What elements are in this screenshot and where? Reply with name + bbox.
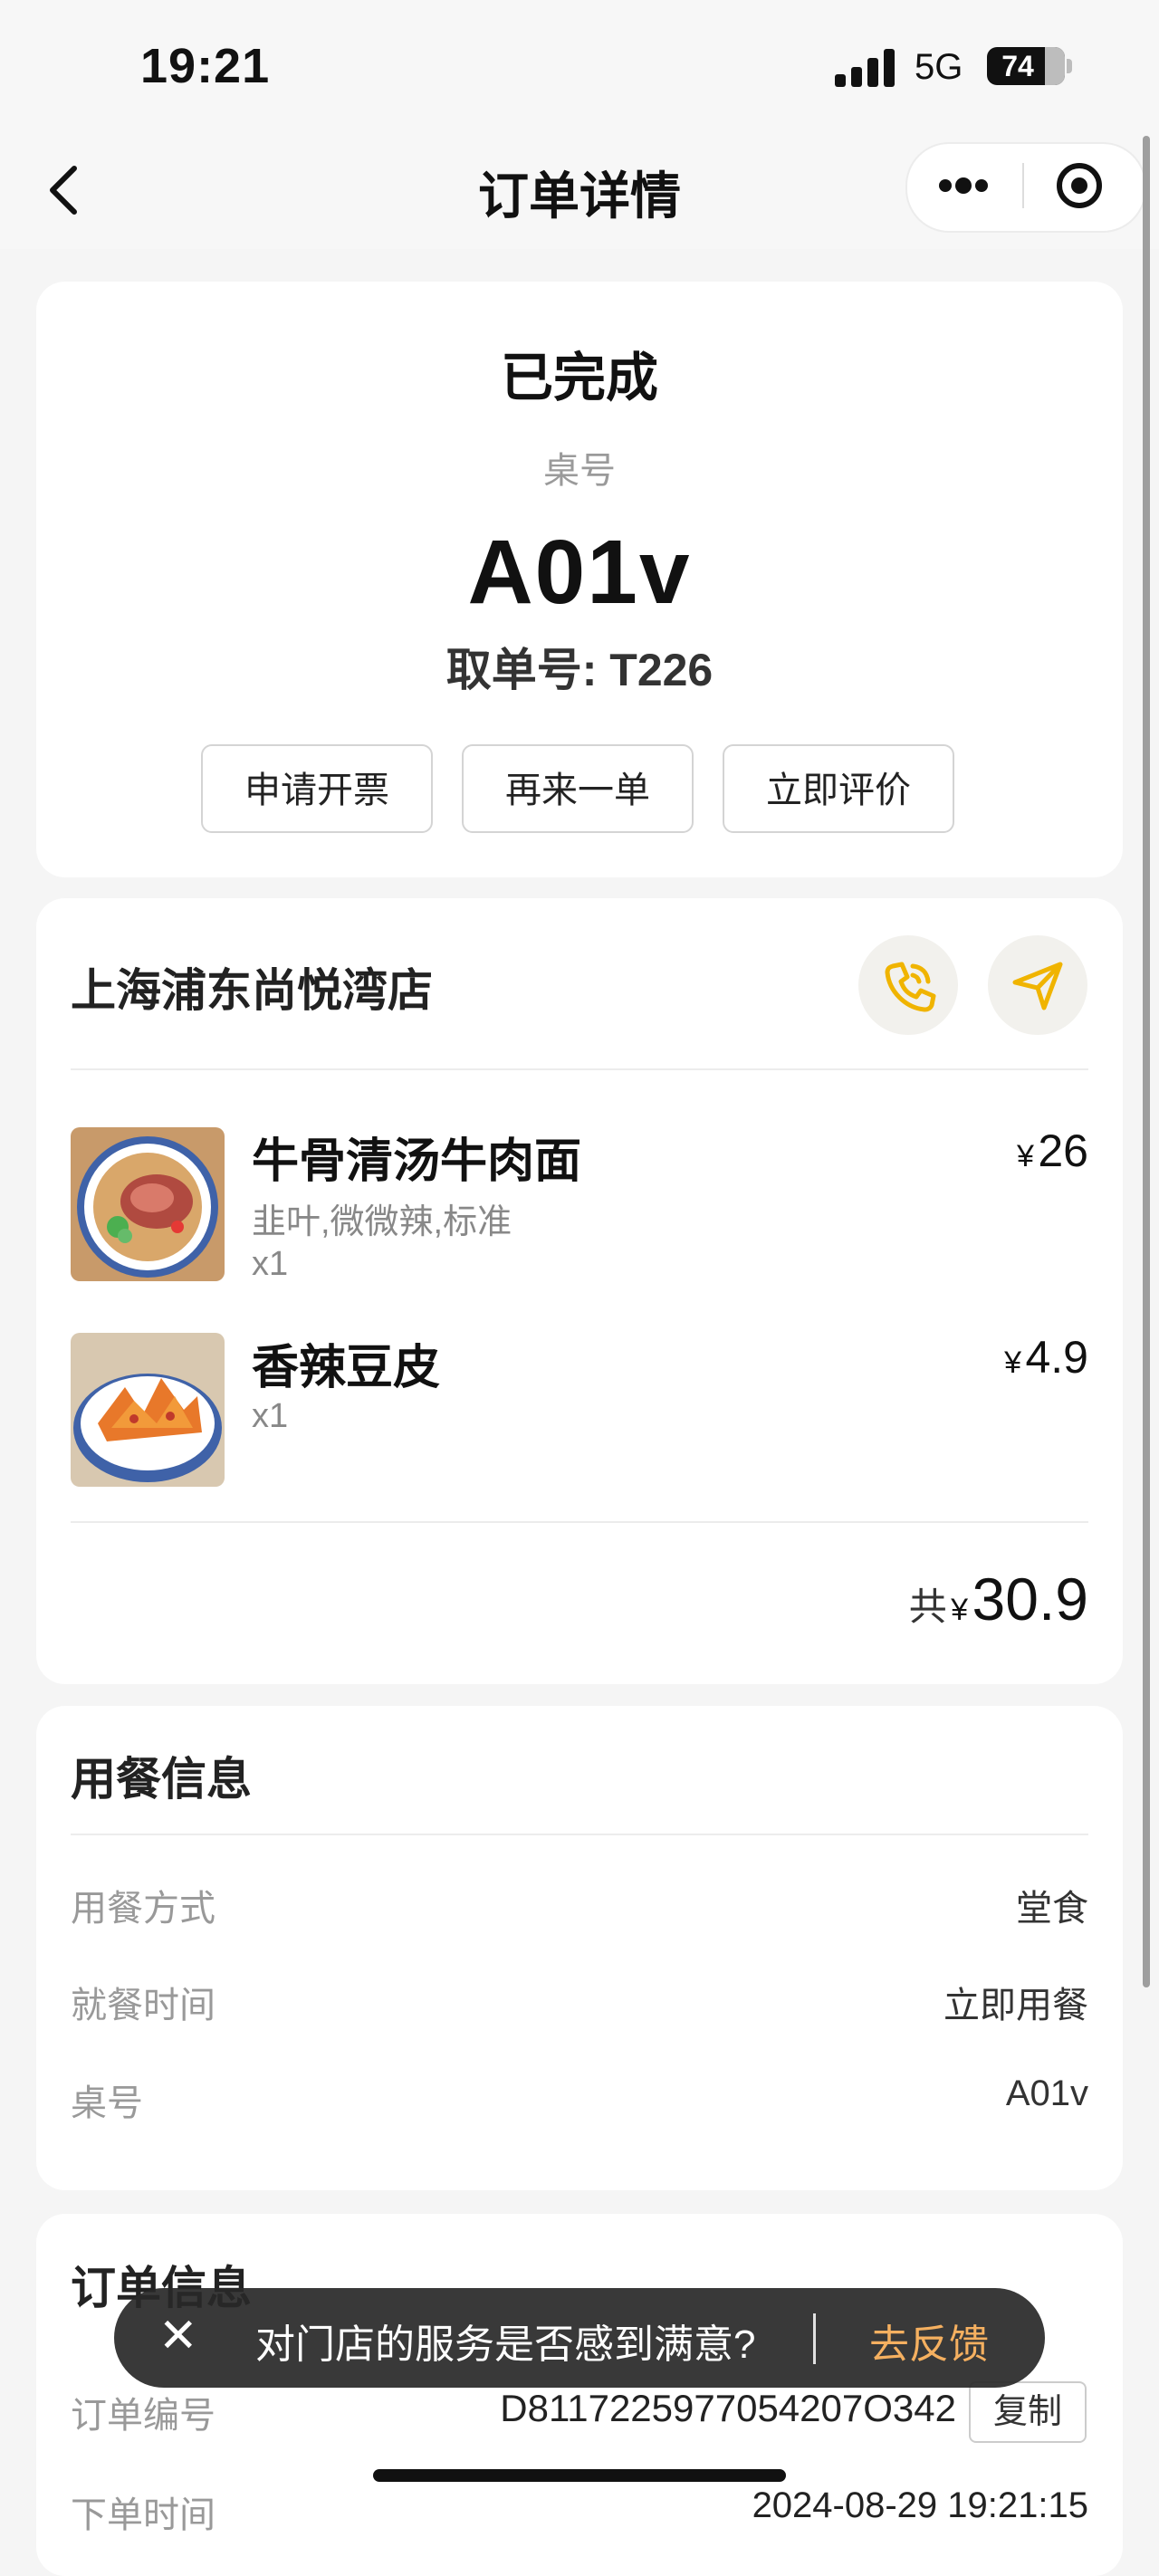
home-indicator[interactable] xyxy=(373,2469,786,2482)
page-title: 订单详情 xyxy=(478,168,681,225)
target-close-icon xyxy=(1057,163,1102,208)
order-status: 已完成 xyxy=(500,349,658,407)
phone-icon xyxy=(885,962,936,1012)
item-price: ¥ 26 xyxy=(1017,1125,1088,1176)
store-name: 上海浦东尚悦湾店 xyxy=(71,965,433,1016)
feedback-prompt: 对门店的服务是否感到满意? xyxy=(255,2322,756,2367)
table-number-label: 桌号 xyxy=(71,2083,143,2123)
battery-tip xyxy=(1067,59,1072,73)
item-quantity: x1 xyxy=(252,1397,289,1435)
order-time-value: 2024-08-29 19:21:15 xyxy=(752,2485,1088,2525)
navigate-store-button[interactable] xyxy=(988,935,1087,1035)
dining-info-title: 用餐信息 xyxy=(71,1754,252,1805)
close-toast-icon[interactable]: ✕ xyxy=(158,2309,198,2363)
more-dots-icon xyxy=(939,177,988,194)
dining-time-label: 就餐时间 xyxy=(71,1986,216,2025)
divider xyxy=(71,1068,1088,1070)
scrollbar[interactable] xyxy=(1143,136,1150,1987)
order-time-label: 下单时间 xyxy=(71,2495,216,2535)
divider xyxy=(71,1834,1088,1835)
item-quantity: x1 xyxy=(252,1245,289,1283)
item-spec: 韭叶,微微辣,标准 xyxy=(252,1203,512,1241)
more-button[interactable] xyxy=(933,163,1005,208)
item-name: 牛骨清汤牛肉面 xyxy=(252,1135,582,1188)
close-miniprogram-button[interactable] xyxy=(1055,161,1104,210)
item-image-spicy-tofu-skin xyxy=(71,1333,225,1487)
dining-method-value: 堂食 xyxy=(1016,1889,1088,1929)
item-price: ¥ 4.9 xyxy=(1004,1332,1088,1383)
dining-time-value: 立即用餐 xyxy=(943,1986,1088,2025)
back-button[interactable] xyxy=(43,163,89,217)
table-number-value: A01v xyxy=(1005,2073,1088,2113)
pickup-number: 取单号: T226 xyxy=(445,645,714,695)
signal-icon xyxy=(835,47,898,87)
table-number: A01v xyxy=(467,522,692,623)
call-store-button[interactable] xyxy=(858,935,958,1035)
order-total: 共 ¥ 30.9 xyxy=(908,1566,1088,1633)
item-image-beef-noodle xyxy=(71,1127,225,1281)
toast-divider xyxy=(813,2313,816,2364)
battery-icon: 74 xyxy=(987,47,1065,85)
table-label: 桌号 xyxy=(543,451,616,491)
status-time: 19:21 xyxy=(140,39,271,93)
chevron-left-icon xyxy=(50,166,77,215)
network-label: 5G xyxy=(915,47,963,87)
order-number-label: 订单编号 xyxy=(71,2396,216,2436)
feedback-link[interactable]: 去反馈 xyxy=(869,2312,989,2370)
copy-order-number-button[interactable]: 复制 xyxy=(969,2381,1087,2443)
order-number-value: D8117225977054207O342 xyxy=(500,2387,956,2429)
navigate-icon xyxy=(1012,962,1063,1010)
battery-level: 74 xyxy=(1001,50,1034,82)
divider xyxy=(71,1521,1088,1523)
reorder-button[interactable]: 再来一单 xyxy=(462,744,694,833)
capsule-divider xyxy=(1022,163,1024,208)
dining-method-label: 用餐方式 xyxy=(71,1889,216,1929)
invoice-button[interactable]: 申请开票 xyxy=(201,744,433,833)
item-name: 香辣豆皮 xyxy=(252,1342,441,1394)
review-button[interactable]: 立即评价 xyxy=(723,744,954,833)
